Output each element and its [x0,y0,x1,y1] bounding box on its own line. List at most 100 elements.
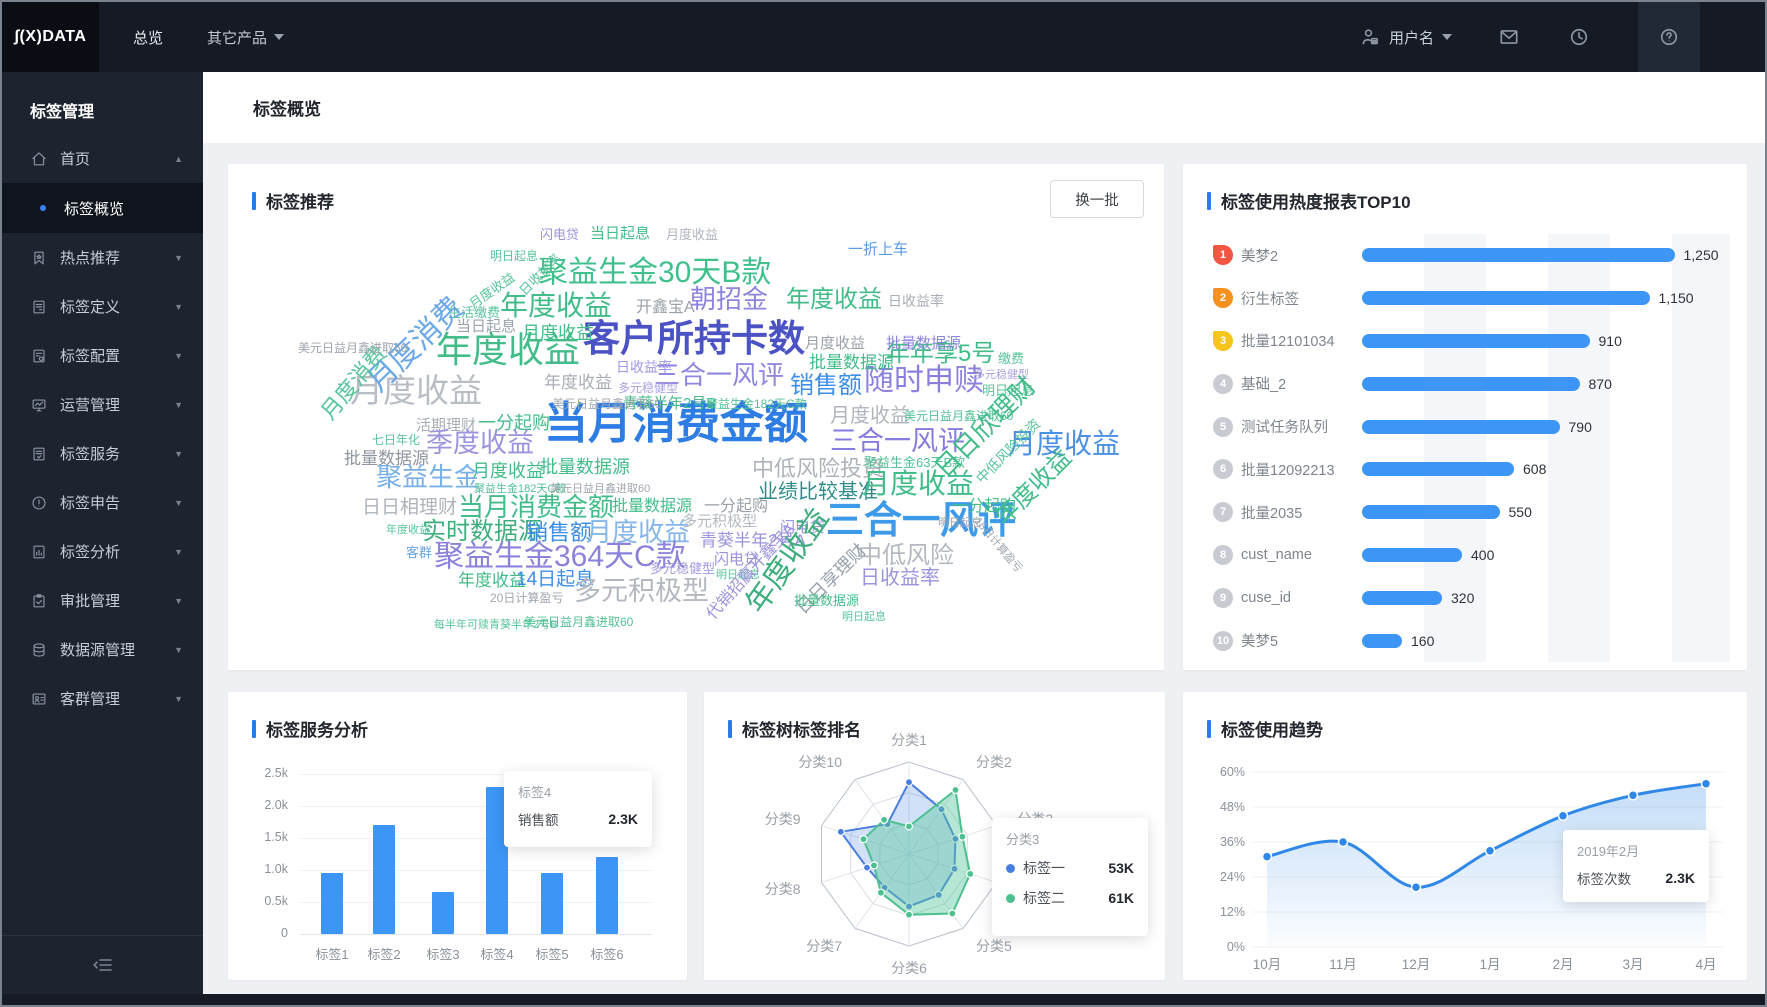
cloud-word: 批量数据源 [809,353,894,372]
service-bar [432,892,454,934]
y-tick-label: 0.5k [264,894,288,908]
top10-row: 2 衍生标签 1,150 [1183,277,1747,320]
help-icon [1660,28,1678,46]
mail-button[interactable] [1498,26,1520,48]
x-tick-label: 2月 [1552,957,1573,972]
chevron-down-icon [1442,34,1452,40]
nav-other-products-label: 其它产品 [207,29,268,47]
top10-bar [1362,291,1650,306]
user-menu[interactable]: 用户名 [1359,26,1452,48]
radar-tooltip: 分类3 标签一 53K 标签二 61K [992,818,1148,936]
cloud-word: 年度收益 [544,373,612,392]
chevron-up-icon: ▲ [174,153,183,164]
card-usage-trend: 标签使用趋势 60% 48% 36% 24% 12% 0% 10月 11月 12月 1月 2月 3月 4… [1183,692,1747,980]
cloud-word: 批量数据源 [612,498,693,515]
top10-value: 400 [1471,546,1495,563]
sidebar-menu: 首页 ▲ 标签概览 热点推荐 ▼ 标签定义 ▼ 标签配置 ▼ 运营管理 ▼ 标签服务 ▼ 标签申告 ▼ 标签分… [2,134,203,723]
top10-label: 测试任务队列 [1241,420,1328,437]
top10-bar [1362,590,1442,605]
cloud-word: 当日起息 [590,226,651,242]
cloud-word: 美元日益月鑫进取60 [298,341,408,355]
top10-bar [1362,248,1675,263]
cloud-word: 年度收益 [386,524,430,536]
sidebar-item-label: 客群管理 [60,691,121,708]
sidebar-item-客群管理[interactable]: 客群管理 ▼ [2,674,203,723]
sidebar-footer [2,935,203,994]
service-bar [373,825,395,934]
top10-value: 320 [1451,589,1475,606]
top10-row: 8 cust_name 400 [1183,534,1747,577]
cloud-word: 多元稳健型 [650,561,716,576]
sidebar-item-label: 审批管理 [60,593,121,610]
app-window: ∫(X)DATA 总览 其它产品 用户名 标签管理 首页 ▲ 标签概览 热点推荐… [0,0,1767,1007]
sidebar: 标签管理 首页 ▲ 标签概览 热点推荐 ▼ 标签定义 ▼ 标签配置 ▼ 运营管理 ▼ 标签服务 ▼ 标签申… [2,72,203,994]
y-tick-label: 24% [1220,870,1245,884]
x-tick-label: 标签3 [426,947,460,962]
chevron-down-icon: ▼ [174,497,183,508]
card-title-text: 标签推荐 [266,193,334,212]
card-title: 标签推荐 [252,188,334,213]
alert-icon [30,494,48,512]
card-service-analysis: 标签服务分析 2.5k 2.0k 1.5k 1.0k 0.5k 0 标签1 标签2 标签3 标签4… [228,692,687,980]
cloud-word: 闪电贷 [540,227,580,242]
cloud-word: 一折上车 [848,241,909,258]
history-button[interactable] [1568,26,1590,48]
cloud-word: 多元稳健型 [618,381,679,395]
cloud-word: 销售额 [790,372,862,399]
sidebar-item-标签申告[interactable]: 标签申告 ▼ [2,478,203,527]
x-tick-label: 12月 [1402,957,1431,972]
legend-dot-green [1006,893,1015,903]
nav-other-products[interactable]: 其它产品 [207,27,285,48]
cloud-word: 七日年化 [372,433,421,447]
footer-bar [2,994,1765,1005]
sidebar-item-首页[interactable]: 首页 ▲ [2,134,203,183]
card-tag-recommend: 标签推荐 换一批 当月消费金额 客户所持卡数 三合一风评 年度收益 月度收益 聚益生金30… [228,164,1164,670]
x-tick-label: 标签4 [480,947,514,962]
top10-value: 608 [1523,461,1547,478]
username-label: 用户名 [1388,29,1434,47]
cloud-word: 多元积极型 [574,576,709,606]
cloud-word: 聚益生金364天C款 [434,540,686,573]
cloud-word: 年度收益 [786,286,882,313]
radar-axis-label: 分类10 [798,754,842,770]
collapse-menu-icon[interactable] [92,956,114,974]
sidebar-item-tag-overview[interactable]: 标签概览 [2,183,203,233]
sidebar-item-数据源管理[interactable]: 数据源管理 ▼ [2,625,203,674]
y-tick-label: 48% [1220,800,1245,814]
x-tick-label: 1月 [1479,957,1500,972]
cloud-word: 月度收益 [830,405,910,427]
nav-overview[interactable]: 总览 [133,27,163,48]
top10-row: 6 批量12092213 608 [1183,448,1747,491]
sidebar-item-审批管理[interactable]: 审批管理 ▼ [2,576,203,625]
sidebar-item-标签定义[interactable]: 标签定义 ▼ [2,282,203,331]
help-button[interactable] [1638,2,1700,72]
monitor-icon [30,396,48,414]
sidebar-title: 标签管理 [30,104,95,121]
tooltip-title: 分类3 [1006,832,1040,847]
cloud-word: 缴费 [998,351,1025,366]
sidebar-item-标签分析[interactable]: 标签分析 ▼ [2,527,203,576]
tooltip-title: 标签4 [518,785,552,800]
cloud-word: 季度收益 [426,428,534,458]
sidebar-item-标签服务[interactable]: 标签服务 ▼ [2,429,203,478]
top10-rows: 1 美梦2 1,250 2 衍生标签 1,150 3 批量12101034 910 4 基础_2 87… [1183,234,1747,662]
chevron-down-icon [274,34,285,40]
cloud-word: 日日相理财 [362,497,458,518]
cloud-word: 多元积极型 [682,513,758,530]
sidebar-item-标签配置[interactable]: 标签配置 ▼ [2,331,203,380]
cloud-word: 聚益生金 [376,462,481,492]
active-dot [40,205,46,211]
clipboard-icon [30,592,48,610]
sidebar-item-热点推荐[interactable]: 热点推荐 ▼ [2,233,203,282]
change-batch-button[interactable]: 换一批 [1050,180,1144,218]
sidebar-item-label: 标签配置 [60,348,121,365]
service-bar [541,873,563,934]
x-tick-label: 标签5 [535,947,569,962]
top10-bar [1362,333,1590,348]
radar-axis-label: 分类9 [765,811,801,827]
cloud-word: 月度收益 [666,227,719,242]
rank-badge: 10 [1213,630,1233,651]
top10-label: 批量12101034 [1241,334,1335,351]
y-tick-label: 60% [1220,765,1245,779]
sidebar-item-运营管理[interactable]: 运营管理 ▼ [2,380,203,429]
